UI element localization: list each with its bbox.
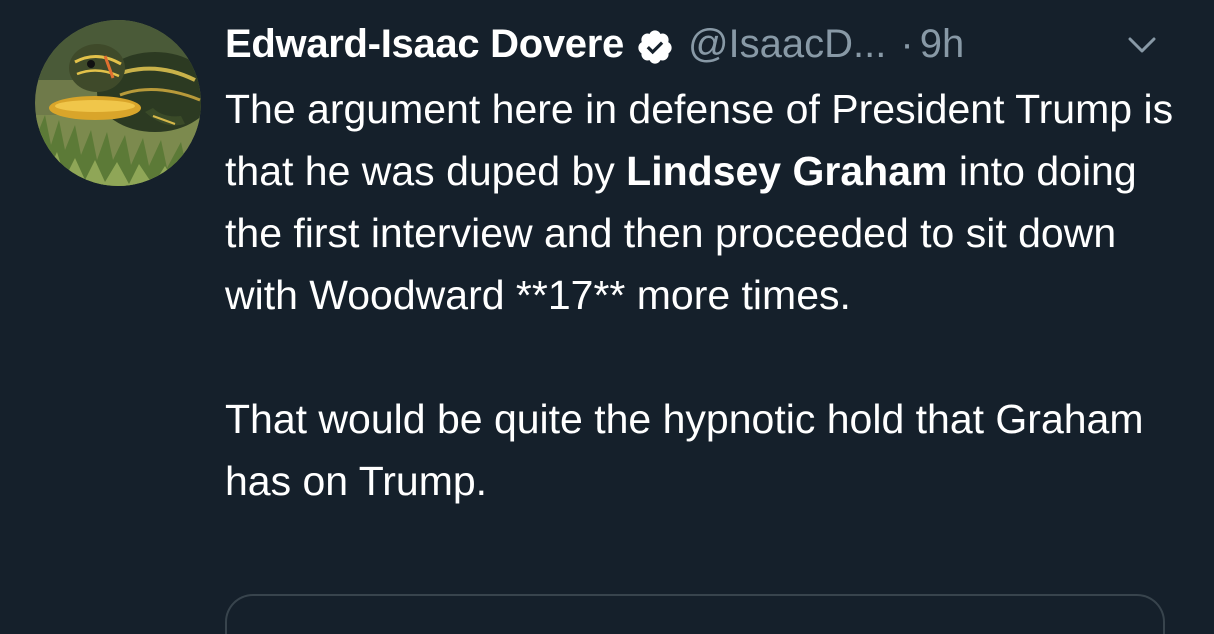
- tweet-paragraph-2: That would be quite the hypnotic hold th…: [225, 396, 1144, 504]
- turtle-avatar-image: [35, 20, 201, 186]
- tweet-text: The argument here in defense of Presiden…: [225, 78, 1185, 512]
- tweet-header: Edward-Isaac Dovere @IsaacD... · 9h: [225, 16, 964, 72]
- timestamp[interactable]: 9h: [920, 16, 965, 72]
- avatar[interactable]: [35, 20, 201, 186]
- author-name[interactable]: Edward-Isaac Dovere: [225, 16, 624, 72]
- quoted-card-border[interactable]: [225, 594, 1165, 634]
- tweet[interactable]: Edward-Isaac Dovere @IsaacD... · 9h The …: [0, 0, 1214, 634]
- tweet-paragraph-1: The argument here in defense of Presiden…: [225, 78, 1185, 326]
- separator-dot: ·: [900, 22, 914, 66]
- chevron-down-icon[interactable]: [1124, 30, 1160, 60]
- verified-badge-icon: [636, 25, 674, 64]
- author-handle[interactable]: @IsaacD...: [688, 16, 886, 72]
- mention-lindsey-graham: Lindsey Graham: [626, 148, 948, 194]
